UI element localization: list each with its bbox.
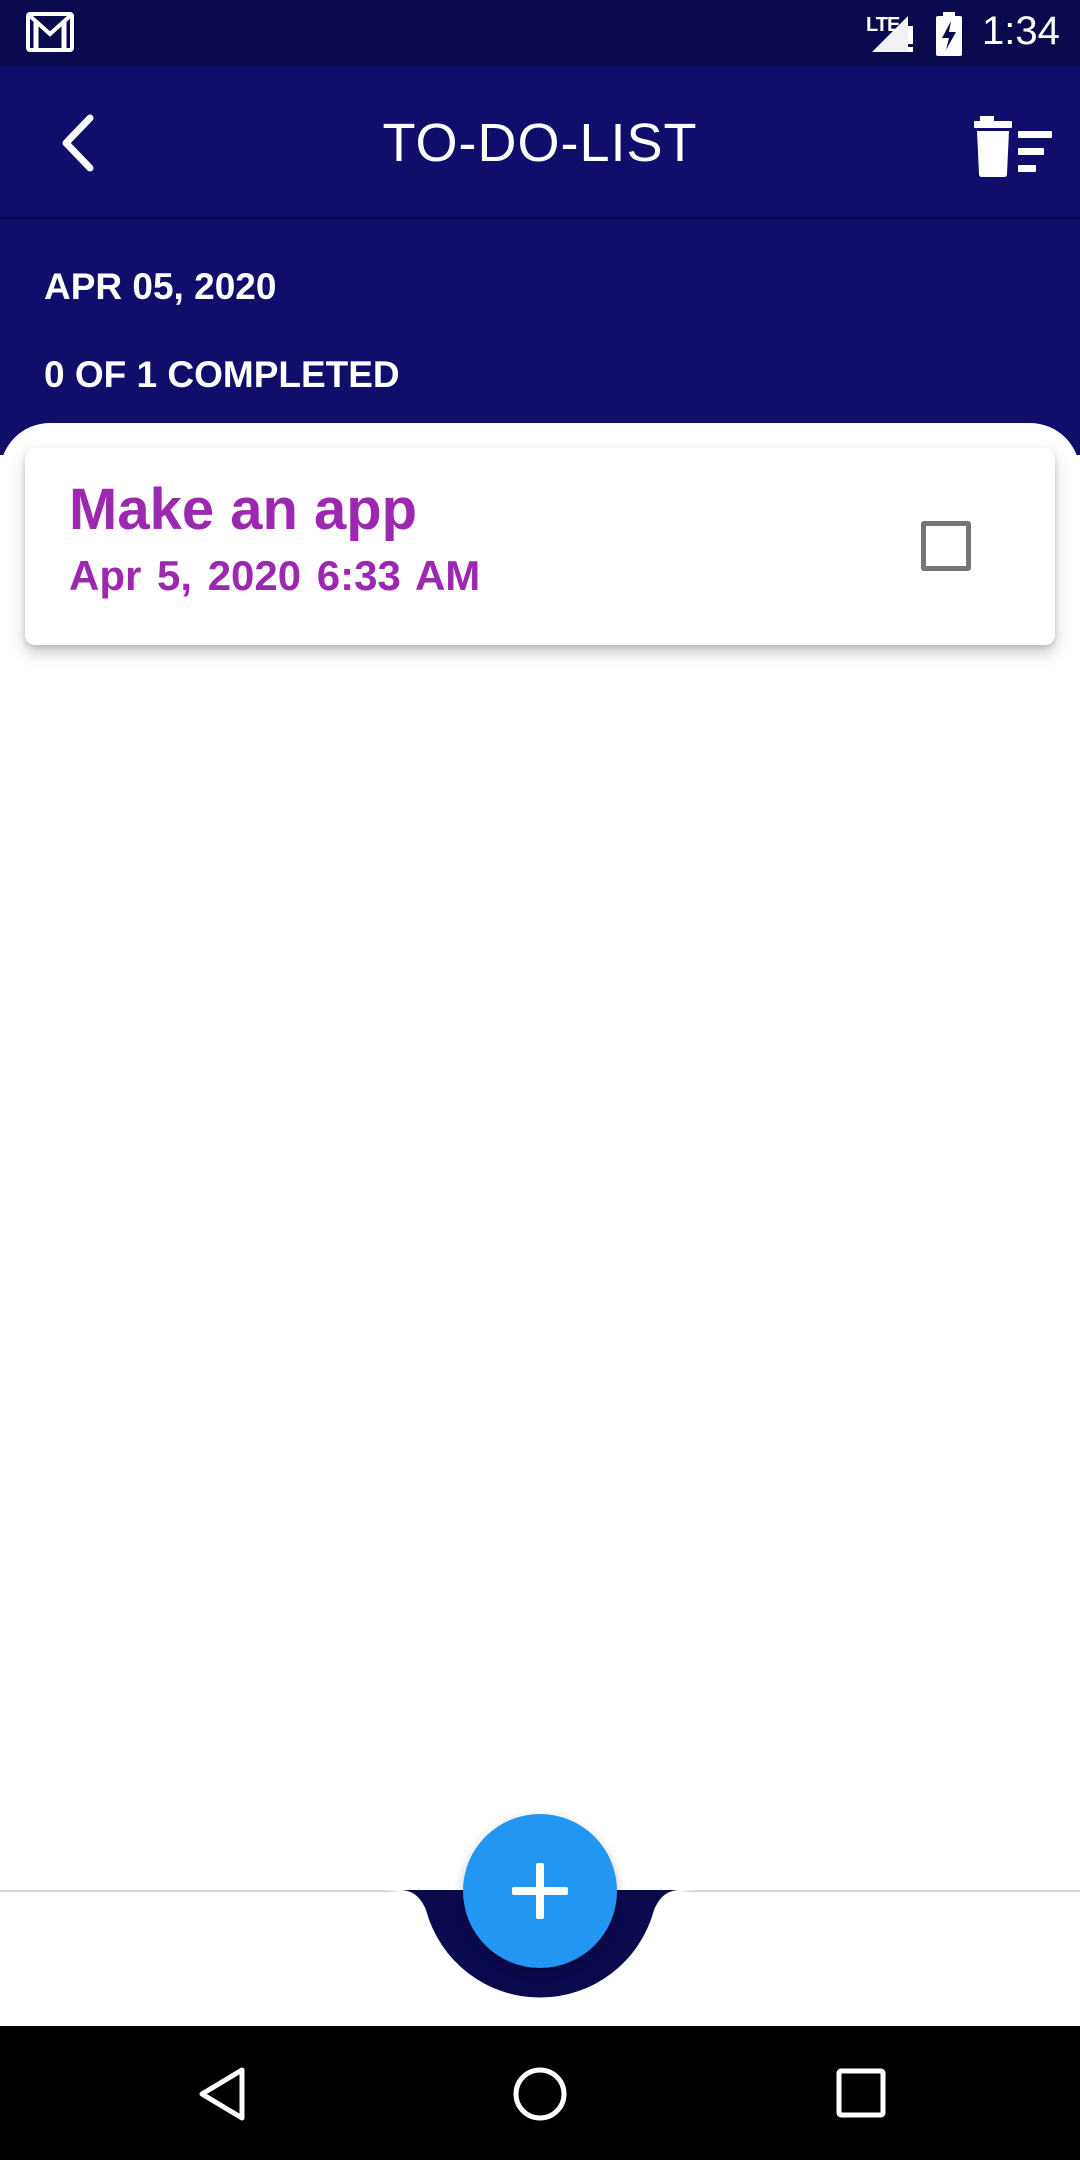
current-date: APR 05, 2020: [44, 266, 277, 307]
plus-icon: [512, 1863, 568, 1919]
battery-charging-icon: [936, 12, 962, 56]
clock: 1:34: [982, 9, 1060, 53]
add-task-button[interactable]: [463, 1814, 617, 1968]
completion-count: 0 OF 1 COMPLETED: [44, 354, 400, 395]
nav-recents-icon[interactable]: [836, 2068, 886, 2118]
signal-icon: [872, 16, 913, 52]
task-card[interactable]: Make an app Apr 5, 2020 6:33 AM: [25, 448, 1055, 645]
task-title: Make an app: [69, 477, 418, 542]
delete-sweep-icon[interactable]: [974, 114, 1054, 178]
task-checkbox[interactable]: [921, 521, 971, 571]
system-nav-bar: [0, 2026, 1080, 2160]
status-bar: LTE 1:34: [0, 0, 1080, 66]
gmail-icon: [26, 12, 74, 52]
page-title: TO-DO-LIST: [382, 113, 698, 173]
nav-back-icon[interactable]: [196, 2066, 248, 2122]
app-bar: TO-DO-LIST: [0, 66, 1080, 220]
summary-header: APR 05, 2020 0 OF 1 COMPLETED: [0, 220, 1080, 455]
nav-home-icon[interactable]: [512, 2066, 568, 2122]
task-datetime: Apr 5, 2020 6:33 AM: [69, 552, 481, 599]
